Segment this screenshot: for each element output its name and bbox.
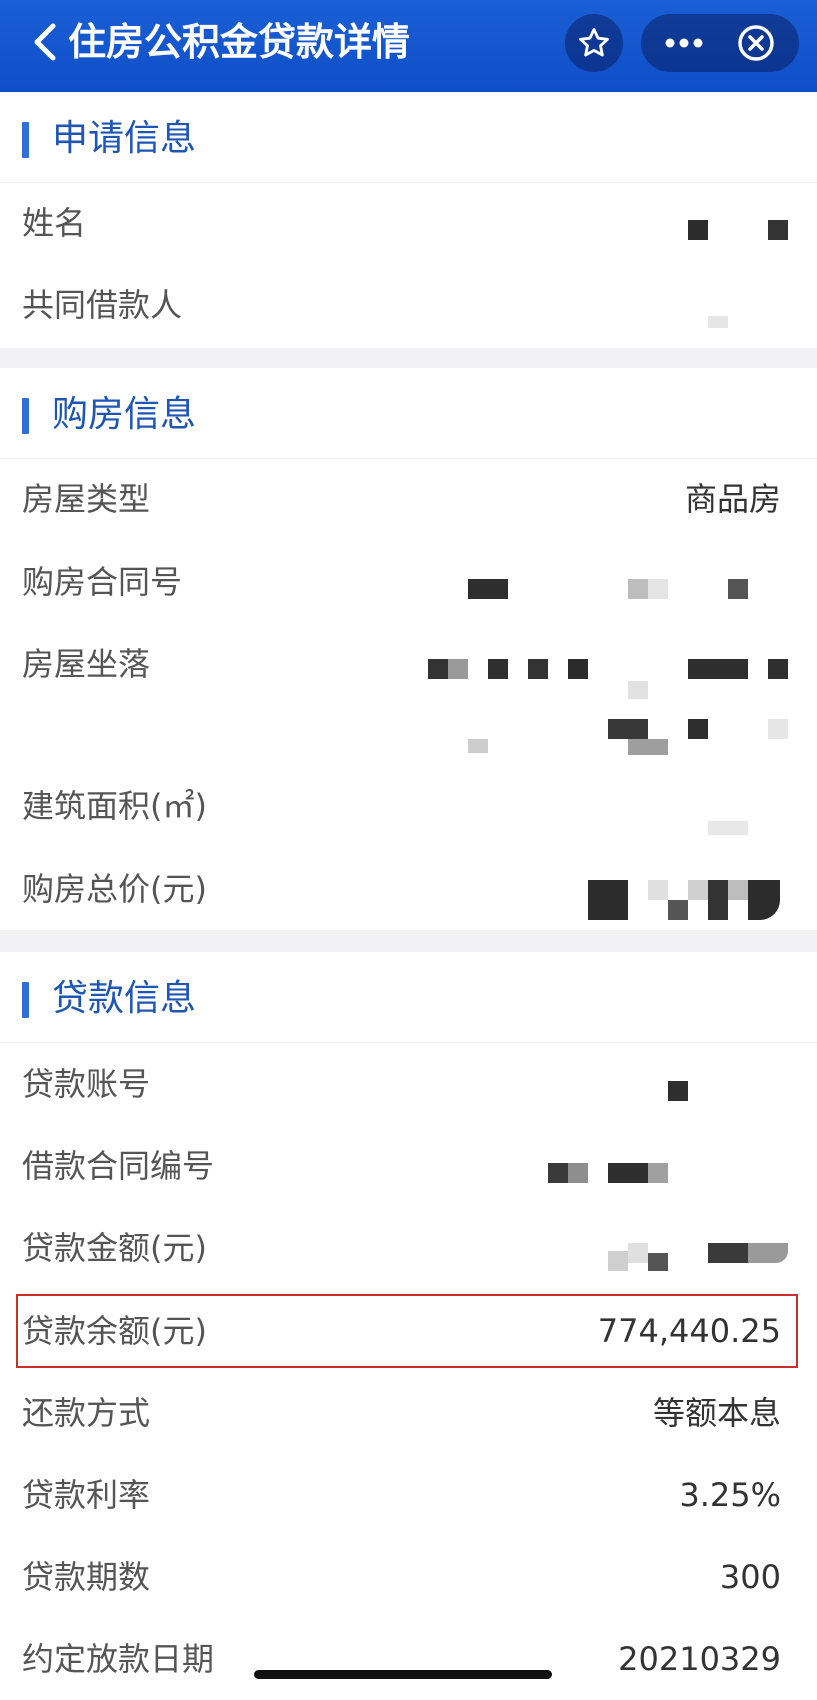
redacted-location [0, 625, 817, 775]
row-repay-method: 还款方式 等额本息 [0, 1374, 817, 1454]
back-button[interactable] [24, 20, 64, 64]
row-total-price: 购房总价(元) [0, 850, 817, 930]
section-header-loan: 贷款信息 [0, 952, 817, 1043]
favorite-button[interactable] [565, 14, 623, 72]
redacted-contract-no [0, 543, 817, 623]
row-coborrower: 共同借款人 [0, 266, 817, 346]
redacted-total-price [0, 850, 817, 930]
close-button[interactable] [727, 14, 785, 72]
loan-rate-label: 贷款利率 [22, 1476, 151, 1514]
row-house-type: 房屋类型 商品房 [0, 460, 817, 540]
section-header-purchase: 购房信息 [0, 368, 817, 459]
redacted-area [0, 767, 817, 847]
row-location: 房屋坐落 [0, 625, 817, 775]
loan-rate-value: 3.25% [679, 1476, 781, 1514]
redacted-coborrower [0, 266, 817, 346]
section-divider [0, 348, 817, 368]
section-divider [0, 930, 817, 952]
star-icon [579, 28, 609, 57]
capsule-menu [641, 14, 799, 72]
house-type-label: 房屋类型 [22, 480, 151, 518]
section-title-apply: 申请信息 [52, 118, 197, 159]
row-disburse-date: 约定放款日期 20210329 [0, 1620, 817, 1700]
section-title-loan: 贷款信息 [52, 978, 197, 1019]
highlight-box [16, 1294, 798, 1368]
repay-method-label: 还款方式 [22, 1394, 151, 1432]
redacted-loan-account [0, 1045, 817, 1125]
row-loan-contract: 借款合同编号 [0, 1127, 817, 1207]
close-circle-icon [738, 25, 774, 61]
section-header-apply: 申请信息 [0, 92, 817, 183]
disburse-date-value: 20210329 [618, 1640, 781, 1678]
redacted-loan-amount [0, 1209, 817, 1289]
section-title-purchase: 购房信息 [52, 394, 197, 435]
row-contract-no: 购房合同号 [0, 543, 817, 623]
section-accent-bar [22, 398, 29, 434]
home-indicator[interactable] [254, 1670, 552, 1679]
section-accent-bar [22, 122, 29, 158]
redacted-loan-contract [0, 1127, 817, 1207]
redacted-name [0, 184, 817, 264]
section-accent-bar [22, 982, 29, 1018]
more-dots-icon [665, 38, 703, 48]
house-type-value: 商品房 [684, 480, 781, 518]
page-title: 住房公积金贷款详情 [68, 20, 411, 64]
row-loan-account: 贷款账号 [0, 1045, 817, 1125]
loan-term-value: 300 [719, 1558, 781, 1596]
row-loan-term: 贷款期数 300 [0, 1538, 817, 1618]
repay-method-value: 等额本息 [652, 1394, 781, 1432]
more-button[interactable] [655, 14, 713, 72]
loan-term-label: 贷款期数 [22, 1558, 151, 1596]
disburse-date-label: 约定放款日期 [22, 1640, 215, 1678]
row-name: 姓名 [0, 184, 817, 264]
row-loan-amount: 贷款金额(元) [0, 1209, 817, 1289]
nav-bar: 住房公积金贷款详情 [0, 0, 817, 92]
row-loan-rate: 贷款利率 3.25% [0, 1456, 817, 1536]
chevron-left-icon [34, 23, 56, 61]
row-area: 建筑面积(㎡) [0, 767, 817, 847]
